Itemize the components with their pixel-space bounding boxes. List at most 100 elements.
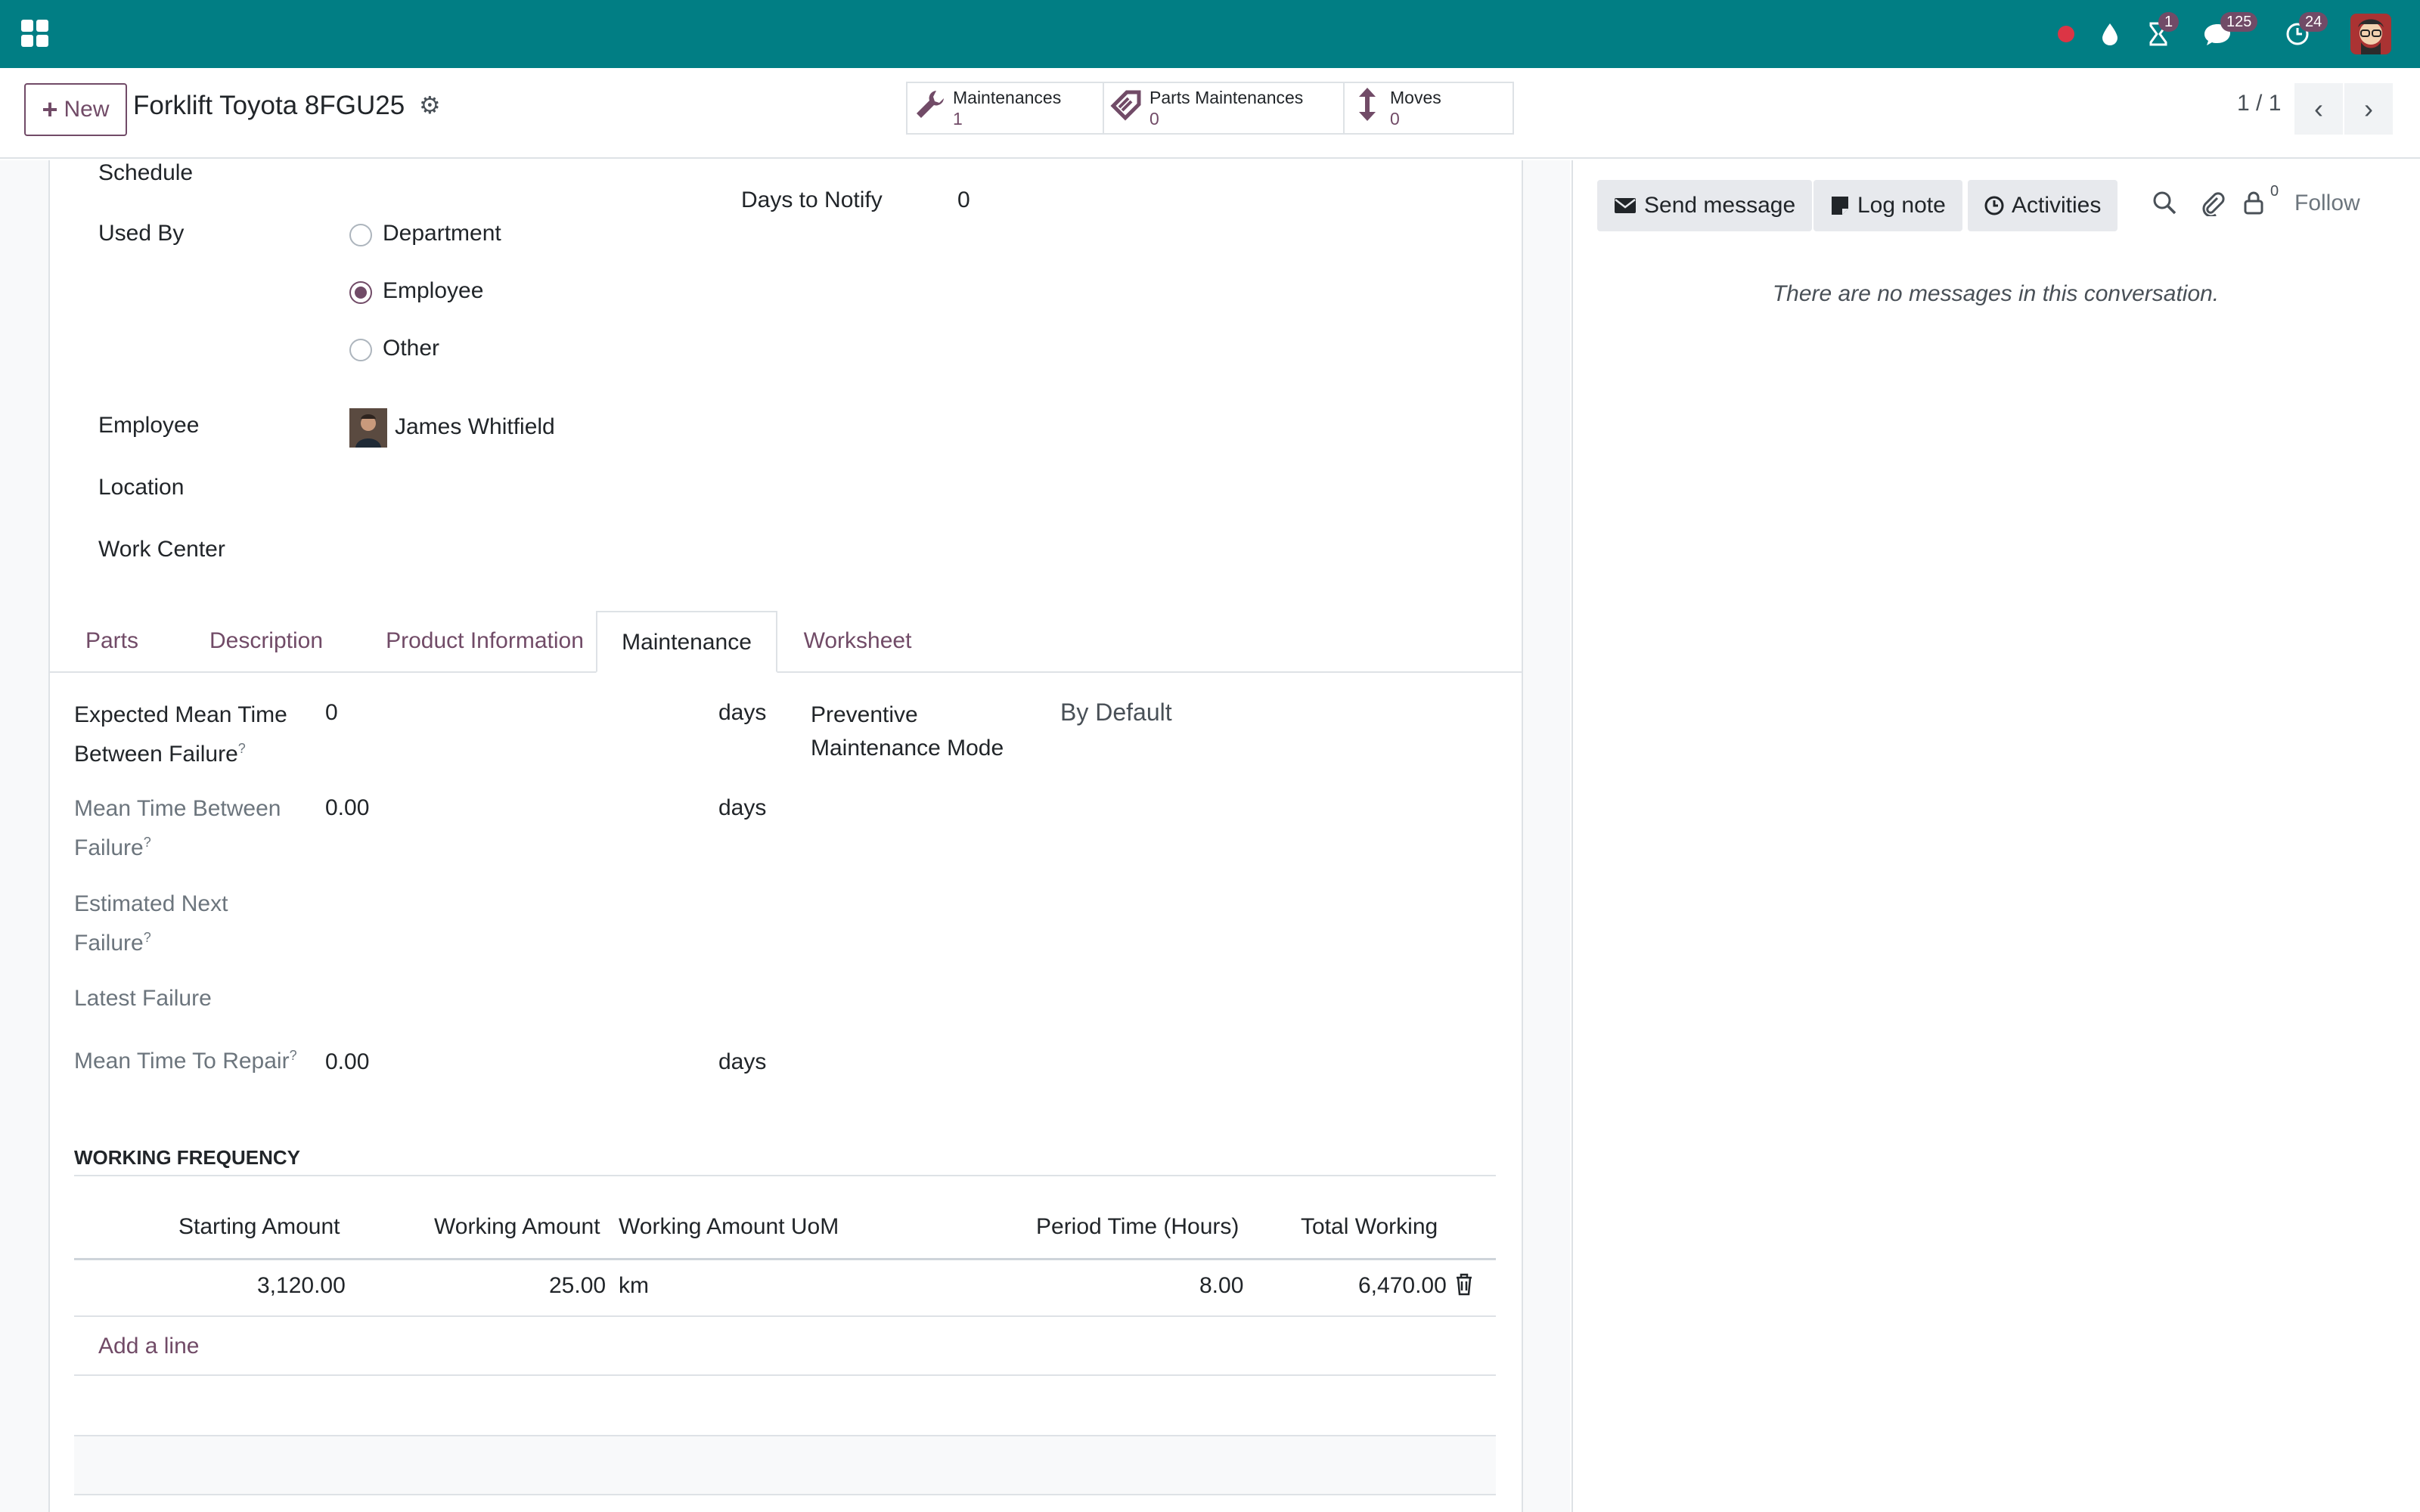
row-divider <box>74 1494 1496 1495</box>
help-icon[interactable]: ? <box>238 741 246 756</box>
smart-button-maintenances[interactable]: Maintenances 1 <box>906 82 1104 135</box>
water-drop-icon[interactable] <box>2096 17 2124 51</box>
tab-product-information[interactable]: Product Information <box>360 611 610 673</box>
empty-row <box>74 1435 1496 1494</box>
activity-badge: 1 <box>2158 12 2180 32</box>
table-header-divider <box>74 1258 1496 1260</box>
row-divider <box>74 1374 1496 1376</box>
estimated-next-failure-label: Estimated Next Failure? <box>74 888 228 960</box>
cell-period-time[interactable]: 8.00 <box>1199 1273 1243 1299</box>
envelope-icon <box>1615 198 1636 213</box>
pager-value[interactable]: 1 / 1 <box>2237 91 2281 116</box>
mtbf-label-line1: Mean Time Between <box>74 796 281 821</box>
new-button-label: New <box>64 97 110 122</box>
smart-button-label: Maintenances <box>953 88 1062 107</box>
clock-icon <box>1984 196 2004 215</box>
work-center-label: Work Center <box>98 537 225 562</box>
emtbf-value[interactable]: 0 <box>325 700 338 726</box>
employee-avatar <box>349 408 387 448</box>
follow-button[interactable]: Follow <box>2294 191 2360 216</box>
smart-button-label: Moves <box>1390 88 1441 107</box>
radio-department-label[interactable]: Department <box>383 221 501 246</box>
radio-employee[interactable] <box>349 281 372 304</box>
tab-parts[interactable]: Parts <box>74 611 150 673</box>
smart-button-moves[interactable]: Moves 0 <box>1343 82 1514 135</box>
column-working-amount-uom[interactable]: Working Amount UoM <box>619 1214 839 1240</box>
row-divider <box>74 1315 1496 1317</box>
radio-other[interactable] <box>349 339 372 361</box>
followers-count: 0 <box>2270 183 2279 200</box>
pm-mode-value[interactable]: By Default <box>1060 699 1172 727</box>
trash-icon[interactable] <box>1455 1273 1473 1296</box>
updates-badge: 24 <box>2299 12 2328 32</box>
tab-worksheet[interactable]: Worksheet <box>790 611 926 673</box>
radio-department[interactable] <box>349 224 372 246</box>
smart-button-label: Parts Maintenances <box>1150 88 1304 107</box>
days-to-notify-label: Days to Notify <box>741 187 883 212</box>
send-message-button[interactable]: Send message <box>1597 180 1813 231</box>
radio-other-label[interactable]: Other <box>383 336 439 361</box>
tab-description[interactable]: Description <box>198 611 334 673</box>
empty-conversation-message: There are no messages in this conversati… <box>1772 281 2220 306</box>
mttr-label: Mean Time To Repair? <box>74 1048 297 1074</box>
pager-previous-button[interactable]: ‹ <box>2294 83 2343 135</box>
cell-starting-amount[interactable]: 3,120.00 <box>257 1273 346 1299</box>
pm-mode-label-line1: Preventive <box>811 702 918 727</box>
help-icon[interactable]: ? <box>144 930 151 945</box>
add-line-link[interactable]: Add a line <box>98 1334 199 1359</box>
updown-arrow-icon <box>1345 86 1390 130</box>
pm-mode-label-line2: Maintenance Mode <box>811 736 1004 761</box>
column-working-amount[interactable]: Working Amount <box>434 1214 600 1240</box>
updates-clock-icon[interactable]: 24 <box>2282 12 2328 51</box>
chatter-panel <box>1571 160 2420 1512</box>
smart-button-count: 0 <box>1390 109 1400 129</box>
days-to-notify-value[interactable]: 0 <box>957 187 970 213</box>
new-button[interactable]: + New <box>24 83 127 136</box>
mttr-unit: days <box>718 1049 767 1074</box>
chevron-right-icon: › <box>2364 93 2373 124</box>
activities-label: Activities <box>2012 193 2102 218</box>
column-starting-amount[interactable]: Starting Amount <box>178 1214 340 1240</box>
pager-next-button[interactable]: › <box>2344 83 2393 135</box>
recording-indicator-icon[interactable] <box>2055 17 2077 51</box>
wrench-icon <box>908 88 953 129</box>
tab-maintenance[interactable]: Maintenance <box>596 611 777 673</box>
mttr-label-text: Mean Time To Repair <box>74 1049 290 1074</box>
followers-lock-icon[interactable] <box>2243 191 2270 218</box>
help-icon[interactable]: ? <box>144 835 151 850</box>
messages-icon[interactable]: 125 <box>2201 12 2258 51</box>
radio-employee-label[interactable]: Employee <box>383 278 483 304</box>
activities-button[interactable]: Activities <box>1968 180 2118 231</box>
enf-label-line2: Failure <box>74 931 144 956</box>
employee-value[interactable]: James Whitfield <box>395 414 555 440</box>
help-icon[interactable]: ? <box>290 1048 297 1063</box>
apps-menu-icon[interactable] <box>21 20 48 47</box>
gear-icon[interactable]: ⚙ <box>419 93 442 117</box>
log-note-label: Log note <box>1857 193 1946 218</box>
user-avatar[interactable] <box>2350 14 2391 54</box>
notebook-tabs: Parts Description Product Information Ma… <box>48 611 1523 673</box>
note-icon <box>1832 197 1848 215</box>
latest-failure-label: Latest Failure <box>74 986 212 1011</box>
mtbf-label-line2: Failure <box>74 835 144 860</box>
location-label: Location <box>98 475 185 500</box>
row-divider <box>74 1435 1496 1436</box>
mtbf-label: Mean Time Between Failure? <box>74 792 281 865</box>
log-note-button[interactable]: Log note <box>1813 180 1962 231</box>
control-panel: + New Forklift Toyota 8FGU25 ⚙ Maintenan… <box>0 68 2420 159</box>
emtbf-label: Expected Mean Time Between Failure? <box>74 699 287 771</box>
pm-mode-label: Preventive Maintenance Mode <box>811 699 1004 765</box>
paperclip-icon[interactable] <box>2201 191 2228 218</box>
cell-working-amount[interactable]: 25.00 <box>549 1273 606 1299</box>
search-icon[interactable] <box>2152 191 2180 218</box>
smart-button-parts-maintenances[interactable]: Parts Maintenances 0 <box>1103 82 1345 135</box>
emtbf-label-line2: Between Failure <box>74 742 238 767</box>
cell-total-working[interactable]: 6,470.00 <box>1358 1273 1447 1299</box>
emtbf-unit: days <box>718 700 767 725</box>
activity-hourglass-icon[interactable]: 1 <box>2143 12 2180 51</box>
column-period-time[interactable]: Period Time (Hours) <box>1036 1214 1239 1240</box>
tag-icon <box>1104 88 1150 129</box>
cell-working-amount-uom[interactable]: km <box>619 1273 649 1299</box>
column-total-working[interactable]: Total Working <box>1301 1214 1438 1240</box>
top-navbar: 1 125 24 <box>0 0 2420 68</box>
